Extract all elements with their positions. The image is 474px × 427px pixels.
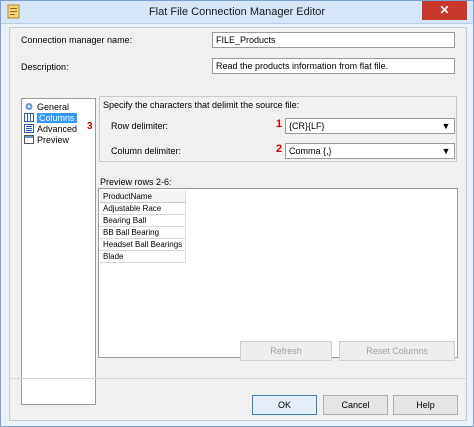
nav-item-preview[interactable]: Preview [24, 135, 69, 146]
table-row: Headset Ball Bearings [100, 238, 187, 251]
table-row: Adjustable Race [100, 202, 187, 215]
annotation-3: 3 [87, 121, 93, 132]
row-delimiter-select[interactable]: {CR}{LF} ▼ [285, 118, 455, 134]
description-label: Description: [21, 62, 69, 72]
row-delimiter-label: Row delimiter: [111, 121, 169, 131]
column-delimiter-select[interactable]: Comma {,} ▼ [285, 143, 455, 159]
ok-button[interactable]: OK [252, 395, 317, 415]
nav-item-advanced[interactable]: Advanced [24, 124, 77, 135]
chevron-down-icon[interactable]: ▼ [440, 145, 452, 157]
window-title: Flat File Connection Manager Editor [148, 6, 326, 18]
nav-item-label: Columns [37, 113, 77, 123]
nav-list: General Columns Advanced Preview 3 [21, 98, 96, 405]
refresh-button[interactable]: Refresh [240, 341, 332, 361]
annotation-2: 2 [276, 143, 283, 155]
row-delimiter-value: {CR}{LF} [289, 121, 325, 131]
nav-item-label: General [37, 102, 70, 112]
table-row: Bearing Ball [100, 214, 187, 227]
nav-item-label: Preview [37, 135, 70, 145]
cancel-button[interactable]: Cancel [323, 395, 388, 415]
columns-icon [24, 113, 34, 122]
general-icon [25, 103, 33, 110]
column-delimiter-label: Column delimiter: [111, 146, 182, 156]
preview-icon [24, 135, 34, 144]
reset-columns-button[interactable]: Reset Columns [339, 341, 455, 361]
preview-grid[interactable]: ProductName Adjustable Race Bearing Ball… [98, 188, 458, 358]
chevron-down-icon[interactable]: ▼ [440, 120, 452, 132]
advanced-icon [24, 124, 34, 133]
connection-name-label: Connection manager name: [21, 35, 133, 45]
connection-name-input[interactable]: FILE_Products [212, 32, 455, 48]
description-input[interactable]: Read the products information from flat … [212, 58, 455, 74]
dialog-window: Flat File Connection Manager Editor ✕ Co… [0, 0, 474, 427]
preview-table: ProductName Adjustable Race Bearing Ball… [100, 191, 187, 263]
nav-item-label: Advanced [37, 124, 78, 134]
table-row: Blade [100, 250, 187, 263]
help-button[interactable]: Help [393, 395, 458, 415]
table-row: BB Ball Bearing [100, 226, 187, 239]
dialog-content: Connection manager name: FILE_Products D… [9, 27, 467, 421]
nav-item-general[interactable]: General [24, 102, 69, 113]
title-bar[interactable]: Flat File Connection Manager Editor ✕ [1, 1, 473, 24]
nav-item-columns[interactable]: Columns [24, 113, 77, 124]
delimiters-heading: Specify the characters that delimit the … [103, 100, 300, 110]
close-button[interactable]: ✕ [422, 1, 467, 20]
column-header[interactable]: ProductName [100, 191, 187, 203]
divider [10, 378, 466, 379]
preview-label: Preview rows 2-6: [100, 177, 172, 187]
column-delimiter-value: Comma {,} [289, 146, 332, 156]
annotation-1: 1 [276, 118, 283, 130]
